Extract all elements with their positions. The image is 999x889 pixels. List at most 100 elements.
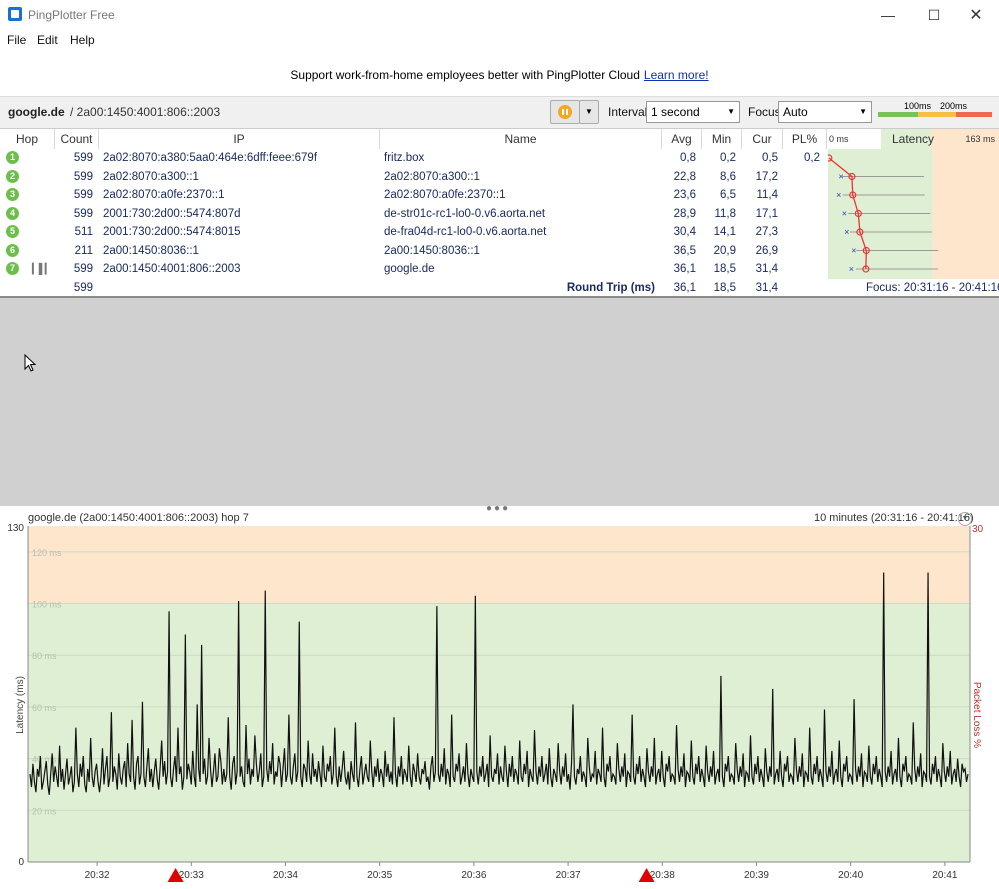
min-cell: 8,6 xyxy=(720,170,736,183)
table-row[interactable]: 7 599 2a00:1450:4001:806::2003 google.de 36,… xyxy=(0,260,827,278)
hop-badge: 3 xyxy=(6,188,19,201)
chevron-down-icon: ▼ xyxy=(585,107,593,116)
name-cell: de-fra04d-rc1-lo0-0.v6.aorta.net xyxy=(384,226,547,238)
pl-cell xyxy=(783,205,820,223)
col-latency[interactable]: 0 ms Latency 163 ms xyxy=(827,129,999,149)
cur-cell: 26,9 xyxy=(755,244,778,257)
min-cell: 14,1 xyxy=(713,226,736,238)
interval-label: Interval xyxy=(608,105,648,119)
pause-button[interactable] xyxy=(550,100,580,124)
summary-avg: 36,1 xyxy=(673,282,696,294)
hop-badge: 7 xyxy=(6,262,19,275)
col-ip[interactable]: IP xyxy=(99,129,380,149)
title-bar: PingPlotter Free — ☐ ✕ xyxy=(0,0,999,30)
menu-edit[interactable]: Edit xyxy=(37,33,58,47)
table-row[interactable]: 4 599 2001:730:2d00::5474:807d de-str01c-rc… xyxy=(0,205,827,223)
close-icon[interactable]: ✕ xyxy=(953,0,999,30)
table-row[interactable]: 2 599 2a02:8070:a300::1 2a02:8070:a300::1 22… xyxy=(0,168,827,186)
y-right-axis-label: Packet Loss % xyxy=(971,682,982,748)
avg-cell: 36,5 xyxy=(673,244,696,257)
scale-red-bar xyxy=(956,112,992,117)
pause-icon xyxy=(558,105,572,119)
table-row[interactable]: 1 599 2a02:8070:a380:5aa0:464e:6dff:feee:6… xyxy=(0,149,827,167)
col-count[interactable]: Count xyxy=(55,129,99,149)
target-host: google.de xyxy=(8,105,65,119)
cur-cell: 0,5 xyxy=(762,152,778,164)
latency-cur-marker: × xyxy=(842,209,847,219)
table-row[interactable]: 3 599 2a02:8070:a0fe:2370::1 2a02:8070:a0fe… xyxy=(0,186,827,204)
interval-select[interactable]: 1 second ▼ xyxy=(646,101,740,123)
focus-select[interactable]: Auto ▼ xyxy=(778,101,872,123)
scale-green-bar xyxy=(878,112,918,117)
chart-gridline-label: 100 ms xyxy=(32,600,62,610)
menu-bar: File Edit Help xyxy=(0,30,999,50)
x-tick-label: 20:33 xyxy=(179,870,204,881)
ip-cell: 2a02:8070:a380:5aa0:464e:6dff:feee:679f xyxy=(103,152,318,164)
latency-cur-marker: × xyxy=(844,227,849,237)
summary-cur: 31,4 xyxy=(755,282,778,294)
menu-file[interactable]: File xyxy=(7,33,26,47)
chevron-down-icon: ▼ xyxy=(727,107,735,116)
splitter-handle[interactable]: ●●● xyxy=(486,503,516,514)
col-pl[interactable]: PL% xyxy=(783,129,827,149)
ip-cell: 2a00:1450:8036::1 xyxy=(103,244,199,257)
hop-badge: 6 xyxy=(6,243,19,257)
menu-help[interactable]: Help xyxy=(70,33,95,47)
table-row[interactable]: 5 511 2001:730:2d00::5474:8015 de-fra04d-rc… xyxy=(0,223,827,241)
col-hop[interactable]: Hop xyxy=(0,129,55,149)
chart-orange-zone xyxy=(28,526,970,604)
pl-cell: 0,2 xyxy=(804,152,820,164)
col-min[interactable]: Min xyxy=(702,129,742,149)
count-cell: 511 xyxy=(74,226,93,238)
name-cell: fritz.box xyxy=(384,152,425,164)
hop-badge: 4 xyxy=(6,206,19,220)
ip-cell: 2a02:8070:a0fe:2370::1 xyxy=(103,189,225,201)
latency-header-label: Latency xyxy=(891,132,935,146)
ip-cell: 2001:730:2d00::5474:8015 xyxy=(103,226,241,238)
chart-gridline-label: 60 ms xyxy=(32,703,57,713)
promo-message: Support work-from-home employees better … xyxy=(290,68,640,82)
toolbar: google.de / 2a00:1450:4001:806::2003 ▼ I… xyxy=(0,96,999,129)
pl-cell xyxy=(783,242,820,260)
col-cur[interactable]: Cur xyxy=(742,129,783,149)
pl-cell xyxy=(783,223,820,241)
empty-graph-area xyxy=(0,296,999,508)
name-cell: 2a00:1450:8036::1 xyxy=(384,244,480,257)
count-cell: 599 xyxy=(73,189,93,201)
pl-cell xyxy=(783,168,820,186)
x-tick-label: 20:39 xyxy=(744,870,769,881)
col-name[interactable]: Name xyxy=(380,129,662,149)
x-tick-label: 20:36 xyxy=(461,870,486,881)
summary-min: 18,5 xyxy=(713,282,736,294)
promo-banner: Support work-from-home employees better … xyxy=(0,50,999,96)
avg-cell: 0,8 xyxy=(680,152,696,164)
bar-chart-icon[interactable]: ▎▌▎ xyxy=(32,264,52,275)
hop-badge: 2 xyxy=(6,169,19,183)
avg-cell: 23,6 xyxy=(673,189,696,201)
avg-cell: 28,9 xyxy=(673,207,696,220)
avg-cell: 22,8 xyxy=(673,170,696,183)
maximize-icon[interactable]: ☐ xyxy=(911,0,957,30)
pause-dropdown-button[interactable]: ▼ xyxy=(579,100,599,124)
table-row[interactable]: 6 211 2a00:1450:8036::1 2a00:1450:8036::1 36… xyxy=(0,242,827,260)
scale-yellow-bar xyxy=(918,112,956,117)
learn-more-link[interactable]: Learn more! xyxy=(644,68,709,82)
cur-cell: 11,4 xyxy=(756,189,778,201)
col-avg[interactable]: Avg xyxy=(662,129,702,149)
chart-gridline-label: 20 ms xyxy=(32,806,57,816)
cur-cell: 31,4 xyxy=(755,263,778,275)
x-tick-label: 20:34 xyxy=(273,870,298,881)
y-axis-label: Latency (ms) xyxy=(15,676,26,734)
name-cell: 2a02:8070:a300::1 xyxy=(384,170,480,183)
latency-cur-marker: × xyxy=(849,264,854,274)
x-tick-label: 20:37 xyxy=(556,870,581,881)
count-cell: 599 xyxy=(73,152,93,164)
x-tick-label: 20:35 xyxy=(367,870,392,881)
name-cell: 2a02:8070:a0fe:2370::1 xyxy=(384,189,506,201)
interval-value: 1 second xyxy=(651,105,700,119)
count-cell: 599 xyxy=(73,170,93,183)
latency-cur-marker: × xyxy=(838,172,843,182)
avg-cell: 36,1 xyxy=(673,263,696,275)
x-tick-label: 20:40 xyxy=(838,870,863,881)
minimize-icon[interactable]: — xyxy=(865,0,911,30)
